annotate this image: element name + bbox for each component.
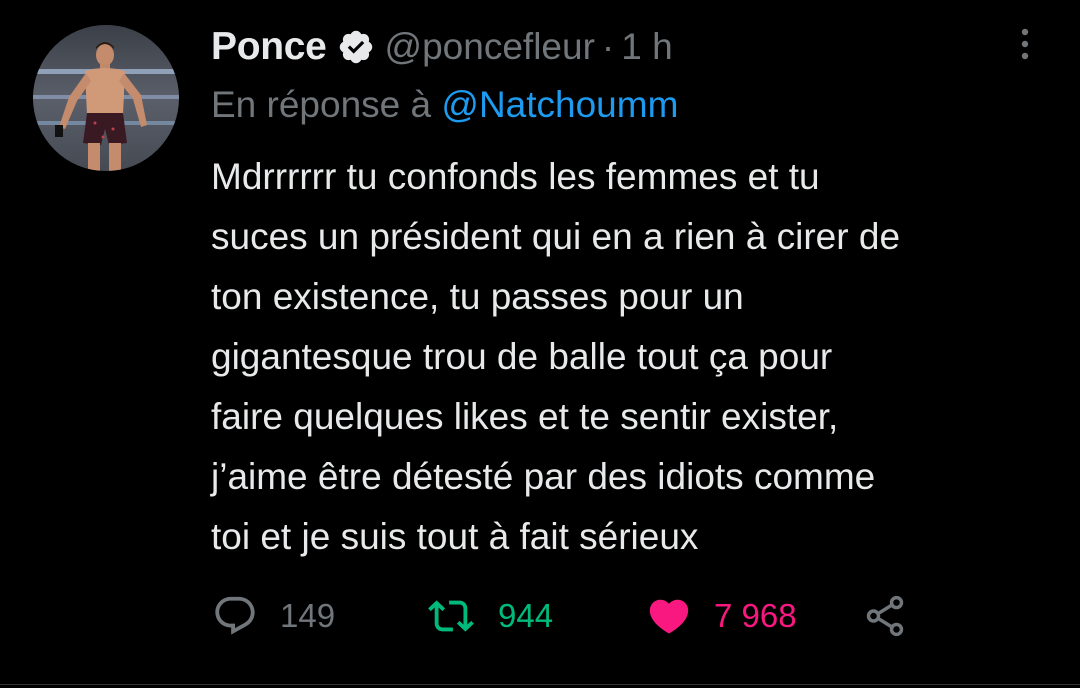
heart-icon (646, 593, 692, 639)
like-count: 7 968 (714, 597, 797, 634)
reply-mention-link[interactable]: @Natchoumm (441, 84, 678, 125)
retweet-count: 944 (498, 597, 554, 634)
retweet-icon (426, 593, 476, 639)
reply-count: 149 (280, 597, 336, 634)
share-icon (862, 593, 908, 639)
divider (0, 684, 1080, 685)
avatar[interactable] (33, 25, 179, 171)
reply-context: En réponse à @Natchoumm (211, 84, 678, 126)
verified-badge-icon (337, 28, 375, 66)
display-name[interactable]: Ponce (211, 25, 327, 69)
share-button[interactable] (862, 590, 908, 642)
user-handle[interactable]: @poncefleur (385, 26, 595, 68)
action-bar: 149 944 7 968 (212, 590, 932, 642)
timestamp[interactable]: 1 h (621, 26, 672, 68)
reply-prefix: En réponse à (211, 84, 432, 125)
retweet-button[interactable]: 944 (426, 590, 553, 642)
tweet-text: Mdrrrrrr tu confonds les femmes et tu su… (211, 156, 901, 557)
separator-dot: · (601, 26, 615, 67)
reply-button[interactable]: 149 (212, 590, 335, 642)
avatar-image (33, 25, 179, 171)
tweet[interactable]: Ponce @poncefleur · 1 h En réponse à @Na… (0, 0, 1080, 688)
more-options-icon[interactable] (1013, 24, 1037, 64)
like-button[interactable]: 7 968 (646, 590, 797, 642)
tweet-header: Ponce @poncefleur · 1 h (211, 22, 673, 72)
reply-bubble-icon (212, 593, 258, 639)
